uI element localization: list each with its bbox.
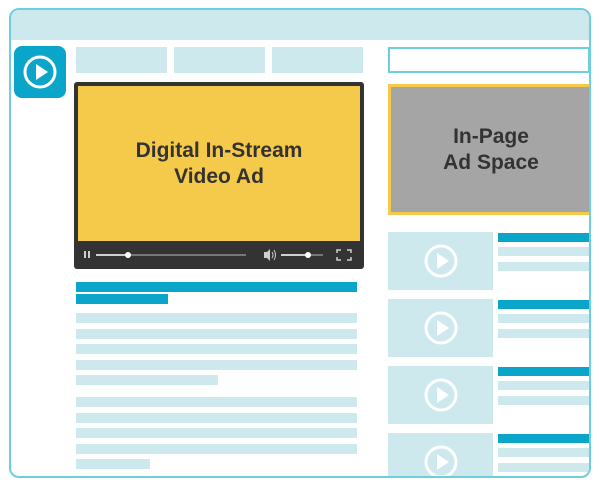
in-page-ad-line-1: In-Page: [453, 124, 529, 148]
article-text-line: [76, 313, 357, 323]
related-video-meta: [498, 262, 589, 271]
article-text-line: [76, 459, 150, 469]
browser-window: Digital In-Stream Video Ad In-Page Ad Sp…: [9, 8, 591, 478]
video-ad-line-2: Video Ad: [174, 164, 264, 188]
related-video-meta: [498, 381, 589, 390]
related-video-thumbnail[interactable]: [388, 299, 493, 357]
article-text-line: [76, 444, 357, 454]
video-ad-line-1: Digital In-Stream: [135, 138, 303, 162]
article-text-line: [76, 375, 218, 385]
play-icon: [424, 311, 457, 345]
pause-icon[interactable]: [84, 251, 90, 258]
related-video-title[interactable]: [498, 434, 589, 443]
nav-tab-1[interactable]: [76, 47, 167, 73]
play-icon: [424, 244, 457, 278]
video-ad-label: Digital In-Stream Video Ad: [136, 138, 303, 190]
related-video-thumbnail[interactable]: [388, 366, 493, 424]
related-video-meta: [498, 463, 589, 472]
player-controls: [84, 249, 352, 261]
related-video-thumbnail[interactable]: [388, 433, 493, 476]
site-logo[interactable]: [14, 46, 66, 98]
in-page-ad-space[interactable]: In-Page Ad Space: [388, 84, 589, 215]
nav-tab-2[interactable]: [174, 47, 265, 73]
volume-slider[interactable]: [281, 252, 323, 258]
progress-scrubber[interactable]: [96, 252, 246, 258]
article-text-line: [76, 344, 357, 354]
volume-icon[interactable]: [264, 249, 276, 261]
related-video-meta: [498, 247, 589, 256]
related-video-thumbnail[interactable]: [388, 232, 493, 290]
related-video-meta: [498, 448, 589, 457]
browser-top-bar: [11, 10, 589, 40]
article-text-line: [76, 413, 357, 423]
article-title-line-1: [76, 282, 357, 292]
play-icon: [23, 55, 57, 89]
related-video-meta: [498, 314, 589, 323]
article-text-line: [76, 397, 357, 407]
play-icon: [424, 445, 457, 476]
fullscreen-icon[interactable]: [336, 249, 352, 261]
related-video-meta: [498, 329, 589, 338]
related-video-title[interactable]: [498, 367, 589, 376]
article-text-line: [76, 329, 357, 339]
in-page-ad-label: In-Page Ad Space: [443, 124, 539, 176]
video-player[interactable]: Digital In-Stream Video Ad: [74, 82, 364, 269]
related-video-title[interactable]: [498, 233, 589, 242]
search-input[interactable]: [388, 47, 589, 73]
article-title-line-2: [76, 294, 168, 304]
article-text-line: [76, 428, 357, 438]
article-text-line: [76, 360, 357, 370]
in-page-ad-line-2: Ad Space: [443, 150, 539, 174]
related-video-title[interactable]: [498, 300, 589, 309]
nav-tab-3[interactable]: [272, 47, 363, 73]
play-icon: [424, 378, 457, 412]
related-video-meta: [498, 396, 589, 405]
video-ad-screen[interactable]: Digital In-Stream Video Ad: [78, 86, 360, 241]
